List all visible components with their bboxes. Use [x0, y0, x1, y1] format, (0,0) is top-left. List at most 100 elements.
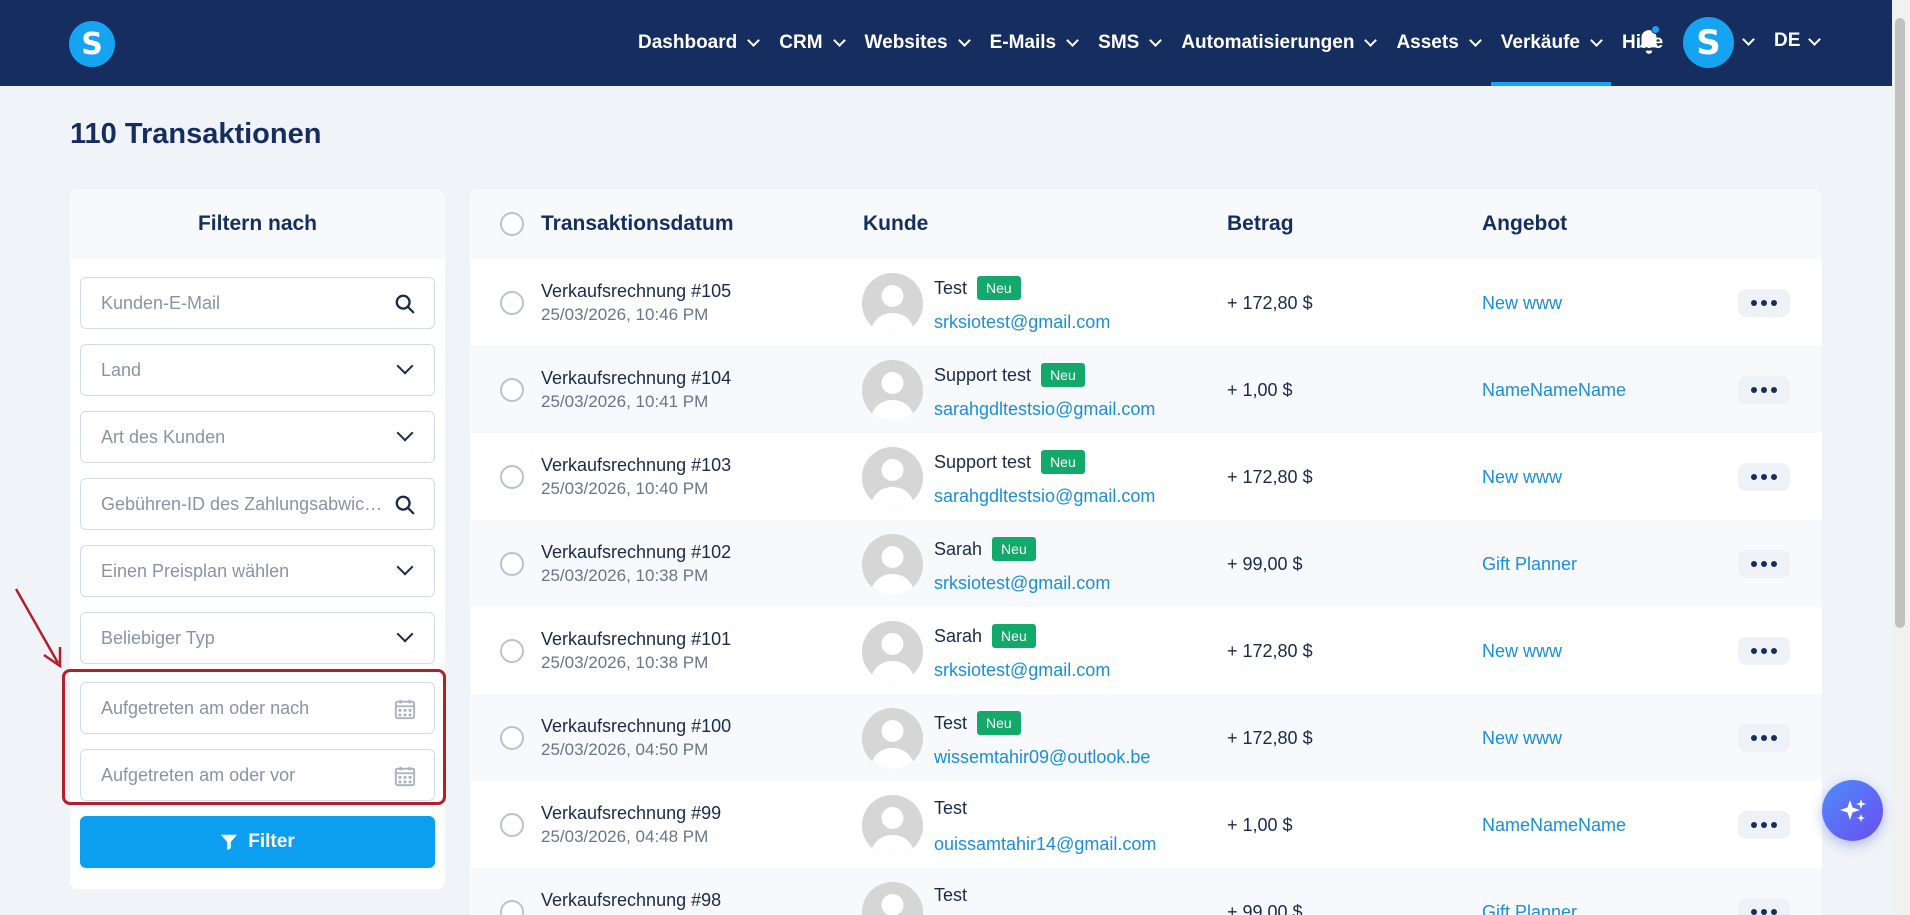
customer-name-text: Sarah [934, 625, 983, 646]
fee-id-input[interactable]: Gebühren-ID des Zahlungsabwic… [80, 478, 435, 530]
nav-item-dashboard[interactable]: Dashboard [638, 0, 761, 86]
offer-link[interactable]: NameNameName [1482, 380, 1626, 401]
more-options-button[interactable] [1738, 376, 1790, 404]
invoice-number[interactable]: Verkaufsrechnung #100 [541, 716, 731, 737]
row-select-radio[interactable] [500, 465, 524, 489]
customer-type-placeholder: Art des Kunden [101, 426, 226, 447]
invoice-number[interactable]: Verkaufsrechnung #98 [541, 890, 721, 911]
more-options-button[interactable] [1738, 811, 1790, 839]
customer-email-link[interactable]: sarahgdltestsio@gmail.com [934, 486, 1155, 507]
filter-heading: Filtern nach [70, 189, 445, 259]
row-select-radio[interactable] [500, 378, 524, 402]
top-navbar: S Dashboard CRM Websites E-Mails SMS Automati… [0, 0, 1892, 86]
dot-icon [1761, 300, 1767, 306]
more-options-button[interactable] [1738, 724, 1790, 752]
customer-avatar [862, 621, 923, 682]
any-type-select[interactable]: Beliebiger Typ [80, 612, 435, 664]
invoice-number[interactable]: Verkaufsrechnung #103 [541, 455, 731, 476]
offer-link[interactable]: New www [1482, 467, 1562, 488]
table-row[interactable]: Verkaufsrechnung #102 25/03/2026, 10:38 P… [470, 520, 1822, 607]
table-row[interactable]: Verkaufsrechnung #104 25/03/2026, 10:41 P… [470, 346, 1822, 433]
country-select[interactable]: Land [80, 344, 435, 396]
chevron-down-icon[interactable] [1808, 33, 1821, 46]
invoice-number[interactable]: Verkaufsrechnung #101 [541, 629, 731, 650]
more-options-button[interactable] [1738, 637, 1790, 665]
table-row[interactable]: Verkaufsrechnung #105 25/03/2026, 10:46 P… [470, 259, 1822, 346]
filter-button[interactable]: Filter [80, 816, 435, 868]
row-select-radio[interactable] [500, 552, 524, 576]
nav-item-verkäufe[interactable]: Verkäufe [1490, 0, 1612, 86]
nav-item-label: Websites [864, 32, 948, 53]
table-row[interactable]: Verkaufsrechnung #103 25/03/2026, 10:40 P… [470, 433, 1822, 520]
customer-email-link[interactable]: sarahgdltestsio@gmail.com [934, 399, 1155, 420]
customer-name: Support test Neu [934, 450, 1085, 474]
date-after-input[interactable]: Aufgetreten am oder nach [80, 682, 435, 734]
dot-icon [1761, 735, 1767, 741]
row-select-radio[interactable] [500, 813, 524, 837]
transaction-date: 25/03/2026, 10:38 PM [541, 653, 709, 672]
more-options-button[interactable] [1738, 289, 1790, 317]
offer-link[interactable]: NameNameName [1482, 815, 1626, 836]
offer-link[interactable]: Gift Planner [1482, 902, 1577, 915]
language-selector[interactable]: DE [1774, 30, 1800, 52]
customer-name-text: Support test [934, 364, 1032, 385]
row-select-radio[interactable] [500, 900, 524, 915]
row-select-radio[interactable] [500, 726, 524, 750]
column-header-offer[interactable]: Angebot [1482, 212, 1567, 236]
invoice-number[interactable]: Verkaufsrechnung #102 [541, 542, 731, 563]
customer-name: Sarah Neu [934, 624, 1036, 648]
app-logo[interactable]: S [69, 21, 115, 67]
offer-link[interactable]: New www [1482, 293, 1562, 314]
offer-link[interactable]: Gift Planner [1482, 554, 1577, 575]
invoice-number[interactable]: Verkaufsrechnung #104 [541, 368, 731, 389]
dot-icon [1751, 822, 1757, 828]
table-row[interactable]: Verkaufsrechnung #98 Test + 99,00 $ Gift Pl… [470, 868, 1822, 915]
nav-item-assets[interactable]: Assets [1396, 0, 1482, 86]
nav-item-crm[interactable]: CRM [779, 0, 846, 86]
customer-name: Test Neu [934, 711, 1021, 735]
price-plan-select[interactable]: Einen Preisplan wählen [80, 545, 435, 597]
customer-email-link[interactable]: srksiotest@gmail.com [934, 312, 1110, 333]
dot-icon [1751, 909, 1757, 915]
customer-name: Test Neu [934, 276, 1021, 300]
more-options-button[interactable] [1738, 550, 1790, 578]
customer-email-link[interactable]: wissemtahir09@outlook.be [934, 747, 1150, 768]
invoice-number[interactable]: Verkaufsrechnung #105 [541, 281, 731, 302]
offer-link[interactable]: New www [1482, 641, 1562, 662]
calendar-icon[interactable] [394, 698, 416, 720]
date-before-input[interactable]: Aufgetreten am oder vor [80, 749, 435, 801]
nav-item-sms[interactable]: SMS [1098, 0, 1163, 86]
nav-item-automatisierungen[interactable]: Automatisierungen [1181, 0, 1378, 86]
ai-assistant-button[interactable] [1822, 780, 1883, 841]
table-row[interactable]: Verkaufsrechnung #99 25/03/2026, 04:48 PM… [470, 781, 1822, 868]
column-header-date[interactable]: Transaktionsdatum [541, 212, 734, 236]
customer-type-select[interactable]: Art des Kunden [80, 411, 435, 463]
customer-email-input[interactable]: Kunden-E-Mail [80, 277, 435, 329]
row-select-radio[interactable] [500, 639, 524, 663]
row-select-radio[interactable] [500, 291, 524, 315]
more-options-button[interactable] [1738, 898, 1790, 915]
nav-item-label: Verkäufe [1500, 32, 1581, 53]
calendar-icon[interactable] [394, 765, 416, 787]
invoice-number[interactable]: Verkaufsrechnung #99 [541, 803, 721, 824]
select-all-radio[interactable] [500, 212, 524, 236]
transaction-date: 25/03/2026, 10:40 PM [541, 479, 709, 498]
scrollbar-thumb[interactable] [1895, 18, 1905, 628]
new-badge: Neu [1041, 363, 1085, 387]
customer-email-link[interactable]: srksiotest@gmail.com [934, 660, 1110, 681]
table-row[interactable]: Verkaufsrechnung #100 25/03/2026, 04:50 P… [470, 694, 1822, 781]
nav-item-e-mails[interactable]: E-Mails [990, 0, 1080, 86]
offer-link[interactable]: New www [1482, 728, 1562, 749]
customer-email-link[interactable]: ouissamtahir14@gmail.com [934, 834, 1156, 855]
table-row[interactable]: Verkaufsrechnung #101 25/03/2026, 10:38 P… [470, 607, 1822, 694]
customer-email-link[interactable]: srksiotest@gmail.com [934, 573, 1110, 594]
chevron-down-icon [396, 357, 414, 375]
column-header-amount[interactable]: Betrag [1227, 212, 1294, 236]
column-header-customer[interactable]: Kunde [863, 212, 928, 236]
dot-icon [1761, 648, 1767, 654]
chevron-down-icon[interactable] [1742, 33, 1755, 46]
user-avatar[interactable]: S [1683, 17, 1734, 68]
nav-item-websites[interactable]: Websites [864, 0, 971, 86]
customer-name-text: Test [934, 885, 968, 905]
more-options-button[interactable] [1738, 463, 1790, 491]
